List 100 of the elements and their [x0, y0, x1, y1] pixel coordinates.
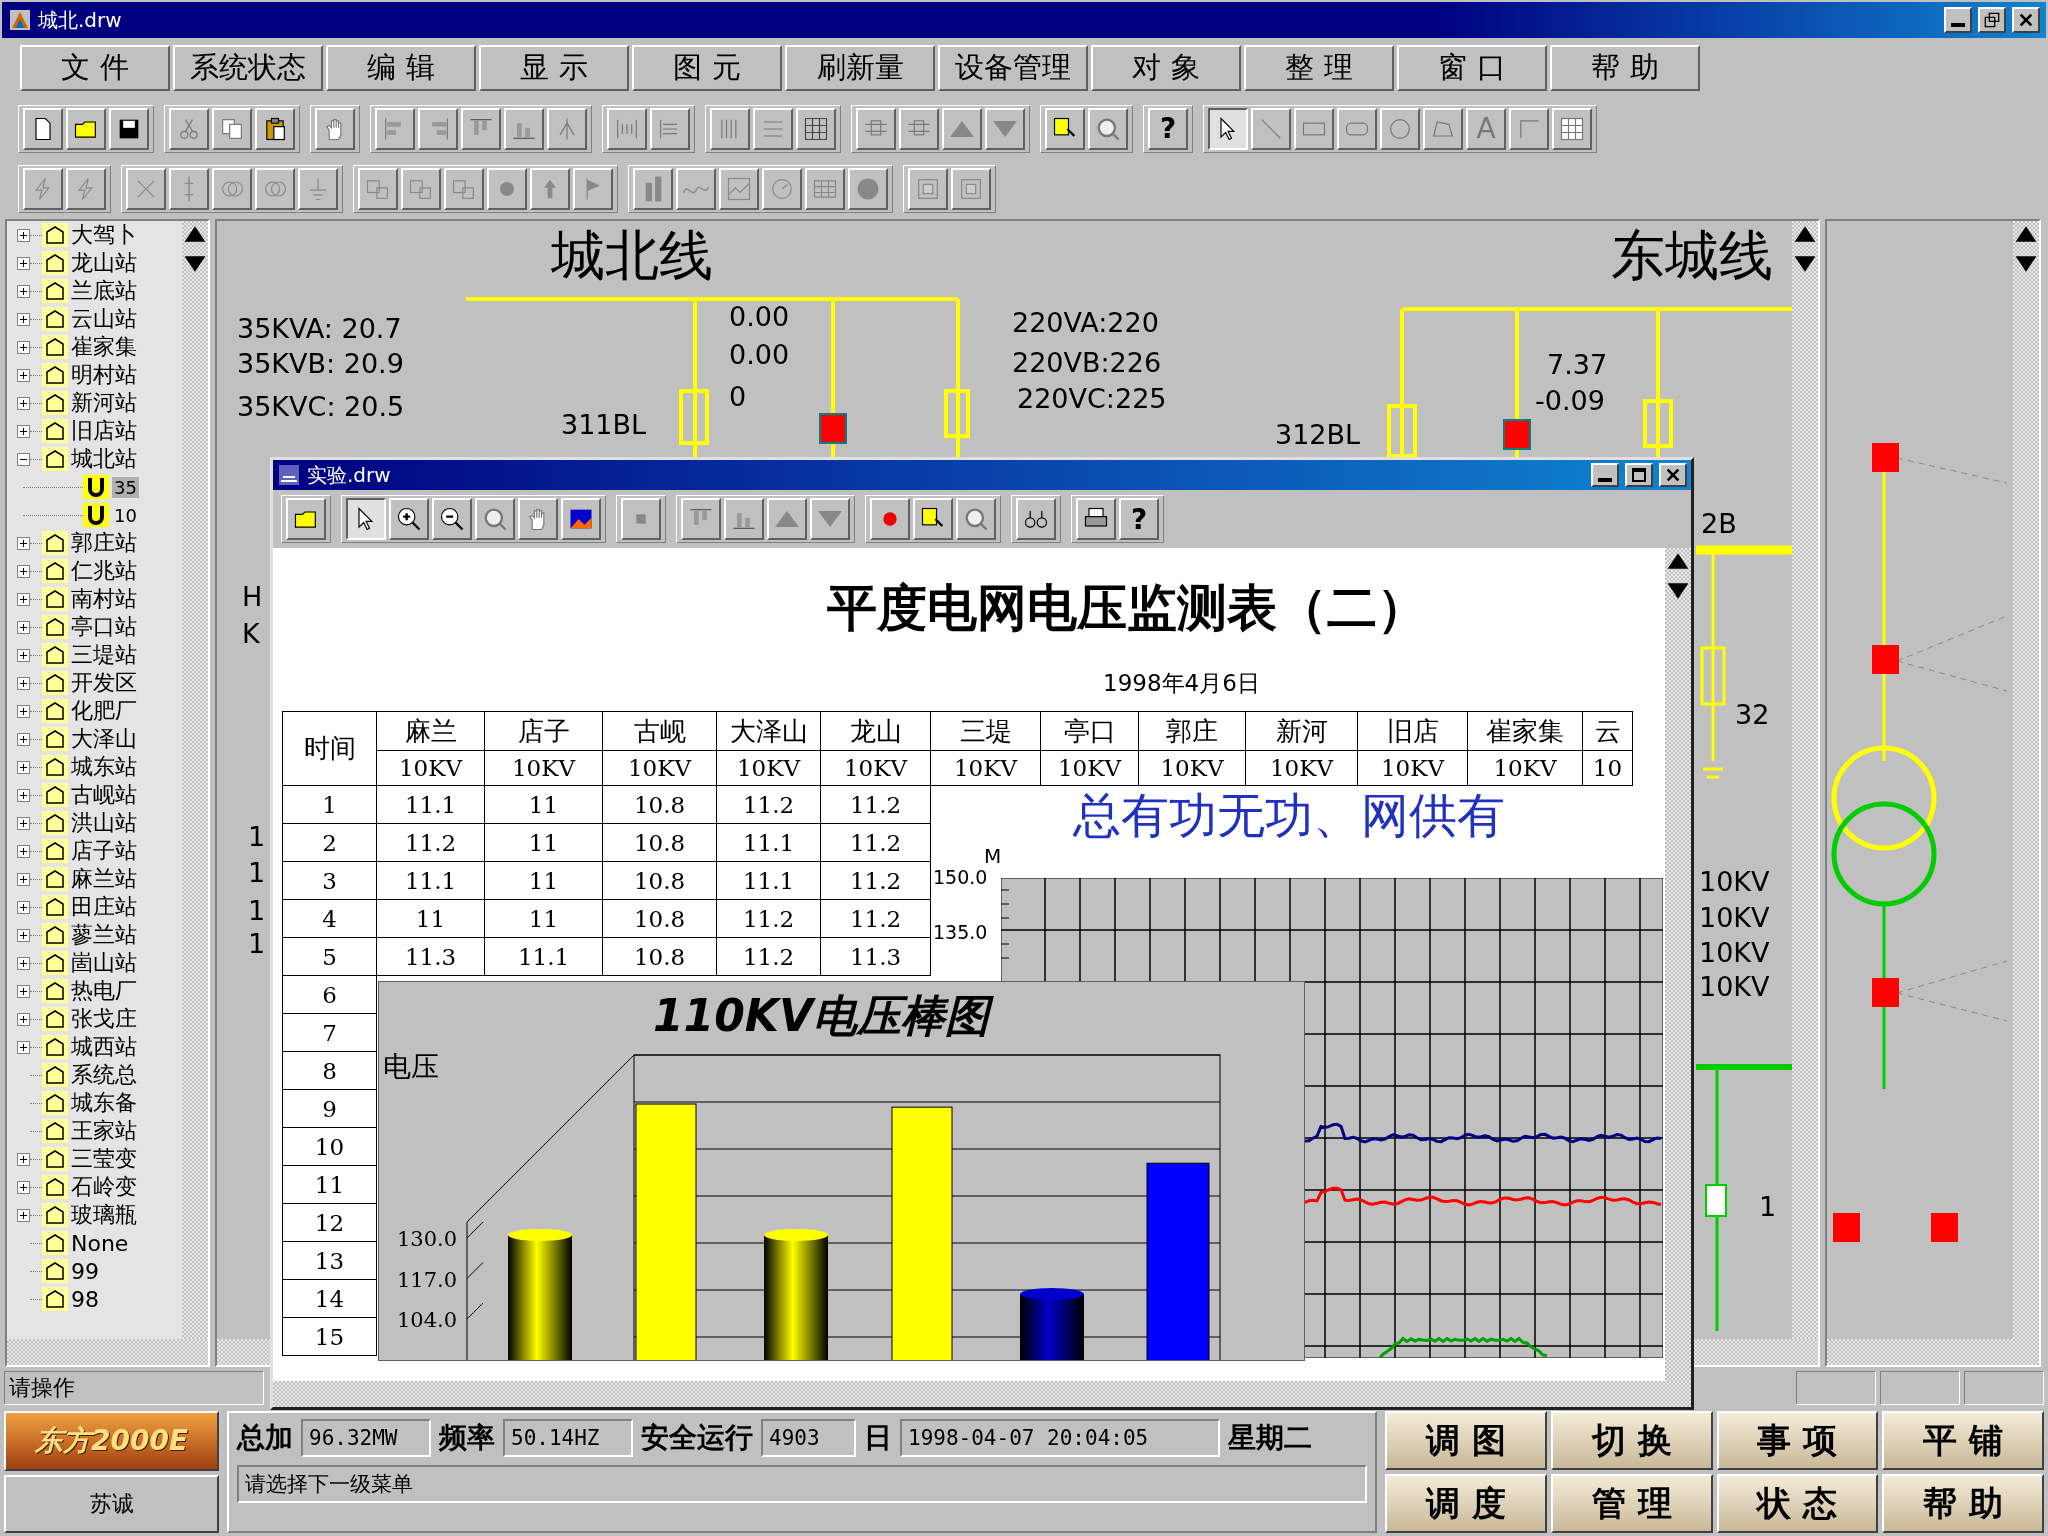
- tree-item[interactable]: 城北站: [71, 444, 137, 474]
- minimize-button[interactable]: [1944, 7, 1972, 33]
- function-button[interactable]: 状 态: [1716, 1474, 1879, 1533]
- scrollbar[interactable]: [7, 1339, 208, 1365]
- columns-button[interactable]: [710, 107, 750, 150]
- overlap-button[interactable]: [444, 168, 484, 210]
- help-button[interactable]: ?: [1148, 107, 1188, 150]
- tree-item[interactable]: 三莹变: [71, 1144, 137, 1174]
- menu-item[interactable]: 整 理: [1244, 45, 1394, 91]
- lightning-button[interactable]: [23, 168, 63, 210]
- scrollbar[interactable]: [273, 1381, 1691, 1407]
- tree-item[interactable]: 系统总: [71, 1060, 137, 1090]
- rings-button[interactable]: [255, 168, 295, 210]
- tree-item[interactable]: 王家站: [71, 1116, 137, 1146]
- tree-item[interactable]: 明村站: [71, 360, 137, 390]
- spacing-button[interactable]: [607, 107, 647, 150]
- expand-icon[interactable]: [17, 788, 30, 802]
- layer-button[interactable]: [856, 107, 896, 150]
- pointer-button[interactable]: [346, 498, 386, 540]
- search-button[interactable]: [475, 498, 515, 540]
- restore-button[interactable]: [1978, 7, 2006, 33]
- expand-icon[interactable]: [17, 284, 30, 298]
- rows-button[interactable]: [753, 107, 793, 150]
- tree-item[interactable]: 兰底站: [71, 276, 137, 306]
- layer-button[interactable]: [899, 107, 939, 150]
- scrollbar[interactable]: [1792, 221, 1818, 1339]
- expand-icon[interactable]: [17, 1180, 30, 1194]
- expand-icon[interactable]: [17, 256, 30, 270]
- expand-icon[interactable]: [17, 312, 30, 326]
- help-button[interactable]: ?: [1119, 498, 1159, 540]
- scrollbar[interactable]: [2013, 221, 2039, 1339]
- folder-button[interactable]: [66, 107, 106, 150]
- align-bottom-button[interactable]: [504, 107, 544, 150]
- ground-button[interactable]: [298, 168, 338, 210]
- menu-item[interactable]: 刷新量: [785, 45, 935, 91]
- menu-item[interactable]: 帮 助: [1550, 45, 1700, 91]
- function-button[interactable]: 调 图: [1385, 1411, 1547, 1470]
- new-page-button[interactable]: [23, 107, 63, 150]
- expand-icon[interactable]: [17, 228, 30, 242]
- tree-item[interactable]: 新河站: [71, 388, 137, 418]
- function-button[interactable]: 帮 助: [1882, 1474, 2044, 1533]
- pointer-button[interactable]: [1208, 107, 1248, 150]
- zoom-in-button[interactable]: [389, 498, 429, 540]
- search-button[interactable]: [956, 498, 996, 540]
- menu-item[interactable]: 对 象: [1091, 45, 1241, 91]
- rounded-rectangle-button[interactable]: [1337, 107, 1377, 150]
- frame-button[interactable]: [908, 168, 948, 210]
- tree-item[interactable]: 三堤站: [71, 640, 137, 670]
- expand-icon[interactable]: [17, 928, 30, 942]
- align-left-button[interactable]: [375, 107, 415, 150]
- tree-item[interactable]: 古岘站: [71, 780, 137, 810]
- menu-item[interactable]: 编 辑: [326, 45, 476, 91]
- rectangle-button[interactable]: [1294, 107, 1334, 150]
- scissors-button[interactable]: [169, 107, 209, 150]
- align-center-button[interactable]: [547, 107, 587, 150]
- tree-item[interactable]: 城东站: [71, 752, 137, 782]
- menu-item[interactable]: 显 示: [479, 45, 629, 91]
- gauge-button[interactable]: [762, 168, 802, 210]
- rings-button[interactable]: [212, 168, 252, 210]
- expand-icon[interactable]: [17, 984, 30, 998]
- query-button[interactable]: [913, 498, 953, 540]
- copy-button[interactable]: [212, 107, 252, 150]
- minimize-button[interactable]: [1591, 463, 1619, 487]
- cross-button[interactable]: [126, 168, 166, 210]
- record-button[interactable]: [870, 498, 910, 540]
- tree-item[interactable]: 城东备: [71, 1088, 137, 1118]
- down-triangle-button[interactable]: [985, 107, 1025, 150]
- expand-icon[interactable]: [17, 760, 30, 774]
- collapse-icon[interactable]: [17, 452, 30, 466]
- function-button[interactable]: 管 理: [1550, 1474, 1713, 1533]
- expand-icon[interactable]: [17, 620, 30, 634]
- tree-item[interactable]: 亭口站: [71, 612, 137, 642]
- tree-item[interactable]: 麻兰站: [71, 864, 137, 894]
- flag-button[interactable]: [573, 168, 613, 210]
- function-button[interactable]: 切 换: [1550, 1411, 1713, 1470]
- tree-item[interactable]: 大驾卜: [71, 221, 137, 250]
- function-button[interactable]: 调 度: [1385, 1474, 1547, 1533]
- align-right-button[interactable]: [418, 107, 458, 150]
- lightning-button[interactable]: [66, 168, 106, 210]
- function-button[interactable]: 事 项: [1716, 1411, 1879, 1470]
- pattern-button[interactable]: [1552, 107, 1592, 150]
- tree-item[interactable]: 城西站: [71, 1032, 137, 1062]
- tree-item[interactable]: 化肥厂: [71, 696, 137, 726]
- menu-item[interactable]: 图 元: [632, 45, 782, 91]
- zoom-out-button[interactable]: [432, 498, 472, 540]
- overlap-button[interactable]: [401, 168, 441, 210]
- switch-button[interactable]: [169, 168, 209, 210]
- dot-button[interactable]: [487, 168, 527, 210]
- clipboard-button[interactable]: [255, 107, 295, 150]
- expand-icon[interactable]: [17, 900, 30, 914]
- down-triangle-button[interactable]: [810, 498, 850, 540]
- expand-icon[interactable]: [17, 1040, 30, 1054]
- tree-item[interactable]: 玻璃瓶: [71, 1200, 137, 1230]
- expand-icon[interactable]: [17, 1208, 30, 1222]
- expand-icon[interactable]: [17, 956, 30, 970]
- close-button[interactable]: [2012, 7, 2040, 33]
- expand-icon[interactable]: [17, 564, 30, 578]
- search-button[interactable]: [1088, 107, 1128, 150]
- tree-item[interactable]: 10: [112, 504, 139, 526]
- expand-icon[interactable]: [17, 536, 30, 550]
